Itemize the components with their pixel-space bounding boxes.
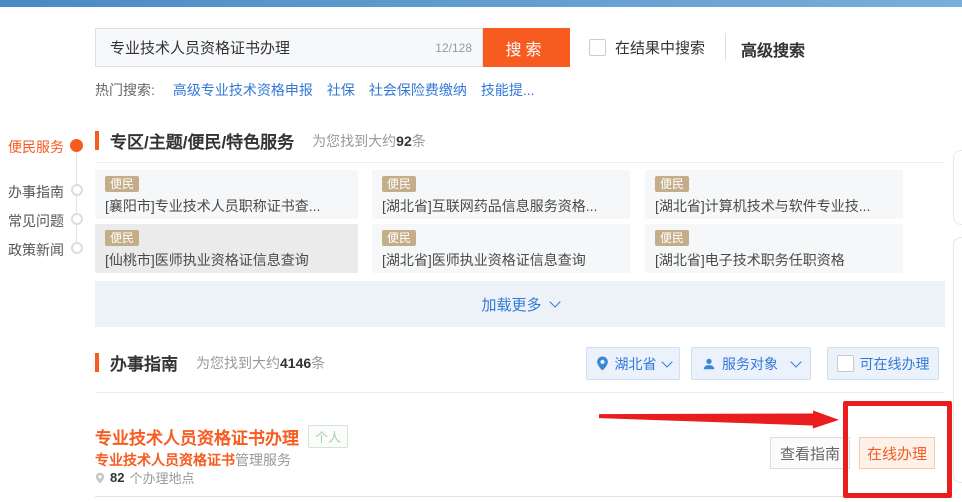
guides-section-title: 办事指南: [110, 355, 178, 374]
active-dot-icon: [70, 139, 83, 152]
locations-suffix: 个办理地点: [129, 471, 195, 486]
section-accent-bar: [95, 131, 99, 150]
convenience-badge: 便民: [655, 176, 690, 192]
service-card-title: [湖北省]互联网药品信息服务资格...: [382, 198, 598, 214]
service-card[interactable]: 便民 [襄阳市]专业技术人员职称证书查...: [95, 170, 358, 219]
chevron-down-icon: [790, 355, 802, 368]
sidebar-item-news[interactable]: 政策新闻: [8, 240, 64, 260]
locations-count: 82: [110, 470, 125, 485]
checkbox-icon[interactable]: [589, 39, 606, 56]
online-only-filter[interactable]: 可在线办理: [827, 347, 939, 380]
search-query-text: 专业技术人员资格证书办理: [110, 40, 291, 57]
online-handle-button[interactable]: 在线办理: [859, 437, 935, 469]
floating-panel-edge: [953, 237, 962, 483]
service-card[interactable]: 便民 [湖北省]医师执业资格证信息查询: [372, 224, 630, 273]
hot-search-link[interactable]: 技能提...: [481, 80, 535, 100]
guides-result-count: 为您找到大约4146条: [196, 354, 326, 371]
personal-tag: 个人: [308, 425, 349, 448]
service-card-title: [湖北省]医师执业资格证信息查询: [382, 252, 586, 268]
vertical-divider: [725, 33, 726, 61]
result-title-text: 专业技术人员资格证书办理: [95, 429, 299, 448]
location-pin-icon: [596, 356, 608, 371]
hollow-dot-icon: [71, 242, 83, 254]
region-filter-value: 湖北省: [614, 355, 657, 372]
gov-search-results-page: 专业技术人员资格证书办理 12/128 搜索 在结果中搜索 高级搜索 热门搜索:…: [0, 0, 962, 502]
convenience-badge: 便民: [105, 230, 140, 246]
char-counter: 12/128: [435, 40, 472, 55]
hot-search-label: 热门搜索:: [95, 82, 155, 98]
search-in-results-label: 在结果中搜索: [615, 40, 706, 57]
service-card-title: [襄阳市]专业技术人员职称证书查...: [105, 198, 321, 214]
floating-panel-edge: [953, 150, 962, 225]
section-divider: [95, 162, 945, 163]
services-section-title: 专区/主题/便民/特色服务: [110, 133, 295, 152]
bottom-divider: [95, 496, 945, 497]
section-divider: [95, 392, 945, 393]
checkbox-icon[interactable]: [836, 355, 854, 372]
convenience-badge: 便民: [382, 176, 417, 192]
hot-search-row: 热门搜索: 高级专业技术资格申报 社保 社会保险费缴纳 技能提...: [95, 80, 549, 100]
service-card-title: [仙桃市]医师执业资格证信息查询: [105, 252, 309, 268]
hot-search-link[interactable]: 社会保险费缴纳: [369, 80, 467, 100]
load-more-button[interactable]: 加载更多: [95, 281, 945, 327]
audience-filter-value: 服务对象: [722, 355, 778, 372]
subtitle-rest: 管理服务: [235, 452, 291, 468]
location-pin-icon: [95, 472, 105, 483]
hot-search-link[interactable]: 社保: [327, 80, 355, 100]
guides-section-header: 办事指南 为您找到大约4146条: [95, 350, 325, 375]
person-icon: [703, 358, 715, 369]
search-in-results-toggle[interactable]: 在结果中搜索: [589, 28, 705, 67]
services-result-count: 为您找到大约92条: [312, 132, 426, 149]
service-card[interactable]: 便民 [湖北省]互联网药品信息服务资格...: [372, 170, 630, 219]
search-input[interactable]: 专业技术人员资格证书办理 12/128: [95, 28, 483, 67]
result-title[interactable]: 专业技术人员资格证书办理 个人: [95, 424, 349, 449]
top-accent-bar: [0, 0, 962, 7]
online-only-label: 可在线办理: [859, 355, 930, 372]
service-card-title: [湖北省]电子技术职务任职资格: [655, 252, 845, 268]
convenience-badge: 便民: [655, 230, 690, 246]
hot-search-link[interactable]: 高级专业技术资格申报: [173, 80, 313, 100]
service-card-title: [湖北省]计算机技术与软件专业技...: [655, 198, 871, 214]
convenience-badge: 便民: [382, 230, 417, 246]
result-subtitle: 专业技术人员资格证书管理服务: [95, 450, 291, 470]
subtitle-highlight: 专业技术人员资格证书: [95, 452, 235, 468]
chevron-down-icon: [660, 355, 673, 368]
section-accent-bar: [95, 353, 99, 372]
sidebar-connector-line: [76, 147, 77, 250]
search-button[interactable]: 搜索: [483, 28, 570, 67]
sidebar-item-convenience[interactable]: 便民服务: [8, 137, 64, 157]
hollow-dot-icon: [71, 184, 83, 196]
annotation-arrow-icon: [598, 407, 839, 429]
sidebar-item-guides[interactable]: 办事指南: [8, 182, 64, 202]
sidebar-item-faq[interactable]: 常见问题: [8, 211, 64, 231]
service-card[interactable]: 便民 [湖北省]电子技术职务任职资格: [645, 224, 903, 273]
service-card[interactable]: 便民 [湖北省]计算机技术与软件专业技...: [645, 170, 903, 219]
region-filter-dropdown[interactable]: 湖北省: [586, 347, 680, 380]
result-locations: 82 个办理地点: [95, 468, 194, 487]
load-more-label: 加载更多: [481, 296, 542, 314]
convenience-badge: 便民: [105, 176, 140, 192]
advanced-search-link[interactable]: 高级搜索: [741, 37, 805, 61]
audience-filter-dropdown[interactable]: 服务对象: [691, 347, 811, 380]
view-guide-button[interactable]: 查看指南: [770, 437, 850, 469]
chevron-down-icon: [548, 296, 561, 308]
services-section-header: 专区/主题/便民/特色服务 为您找到大约92条: [95, 128, 426, 153]
hollow-dot-icon: [71, 213, 83, 225]
service-card[interactable]: 便民 [仙桃市]医师执业资格证信息查询: [95, 224, 358, 273]
